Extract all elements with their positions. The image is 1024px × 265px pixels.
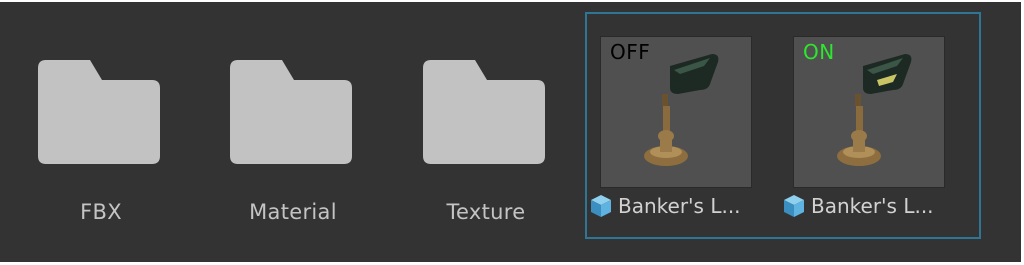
prefab-name: Banker's L... [811,194,934,218]
folder-label: Texture [446,200,526,224]
folder-label: FBX [80,200,122,224]
project-assets-panel: FBX Material Texture OFF Banker's L... O… [0,2,1021,262]
prefab-thumbnail: OFF [600,36,752,188]
prefab-label: Banker's L... [590,194,770,218]
folder-material[interactable]: Material [208,2,378,262]
prefab-bankers-lamp-on[interactable]: ON Banker's L... [779,24,949,239]
folder-icon [423,60,545,164]
folder-fbx[interactable]: FBX [16,2,186,262]
prefab-cube-icon [784,195,804,217]
prefab-cube-icon [591,195,611,217]
prefab-bankers-lamp-off[interactable]: OFF Banker's L... [586,24,756,239]
prefab-name: Banker's L... [618,194,741,218]
state-tag-on: ON [803,40,835,64]
folder-texture[interactable]: Texture [401,2,571,262]
folder-icon [38,60,160,164]
state-tag-off: OFF [610,40,651,64]
prefab-thumbnail: ON [793,36,945,188]
folder-icon [230,60,352,164]
prefab-label: Banker's L... [783,194,963,218]
folder-label: Material [249,200,337,224]
